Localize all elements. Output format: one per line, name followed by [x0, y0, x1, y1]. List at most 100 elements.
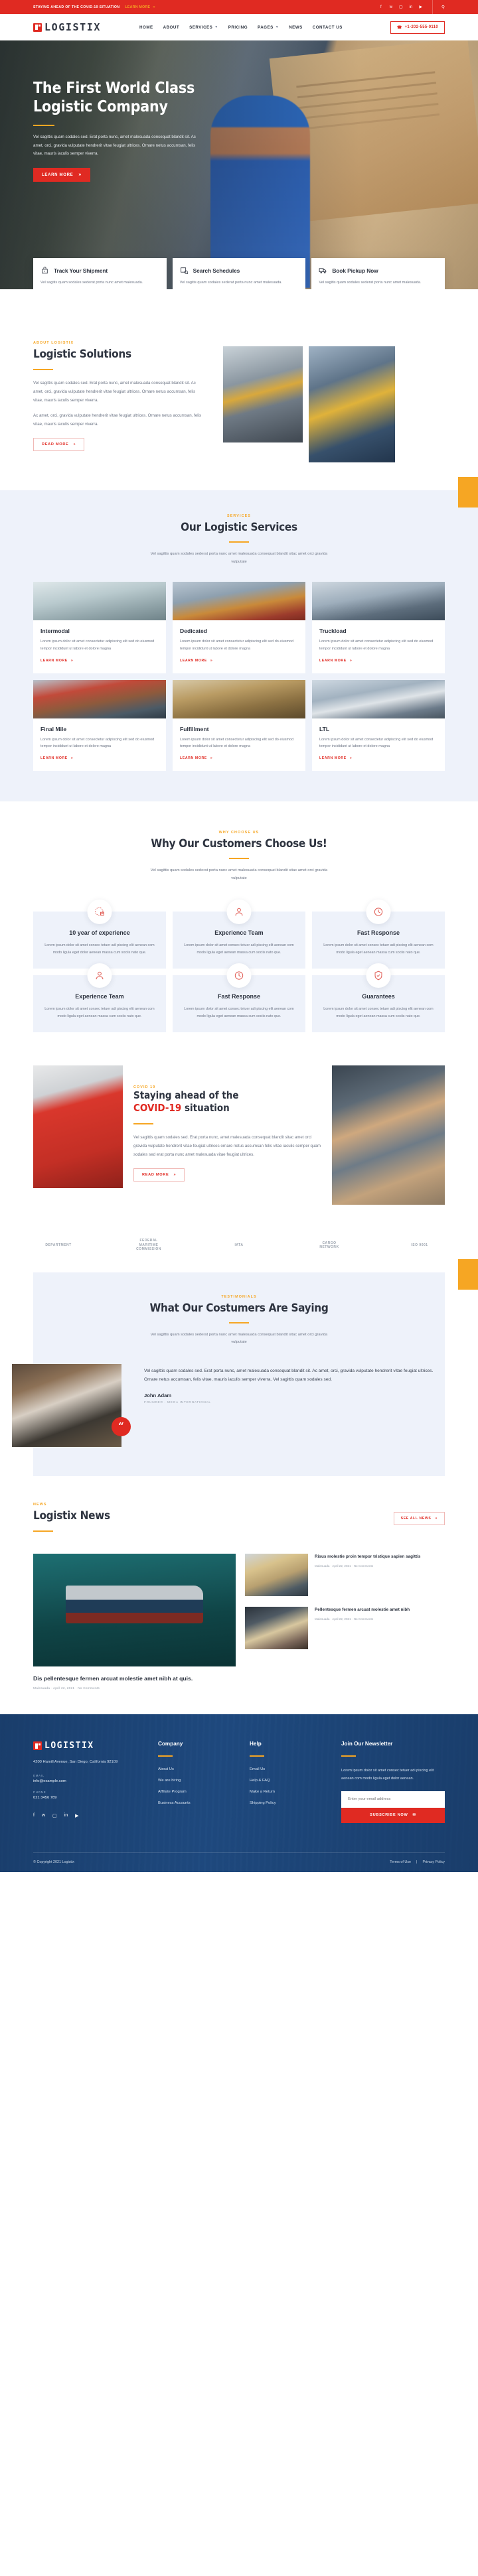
nav-item-services[interactable]: SERVICES ▼ [189, 25, 218, 30]
twitter-icon[interactable]: w [42, 1813, 45, 1818]
footer-link-help-faq[interactable]: Help & FAQ [250, 1779, 323, 1783]
phone-icon: ☎ [396, 25, 402, 30]
footer-link-make-a-return[interactable]: Make a Return [250, 1790, 323, 1794]
accent-tab [458, 477, 478, 508]
site-logo[interactable]: LOGISTIX [33, 21, 101, 33]
why-container: WHY CHOOSE US Why Our Customers Choose U… [33, 831, 445, 1032]
main-navbar: LOGISTIX HOME ABOUT SERVICES ▼ PRICING PA… [0, 14, 478, 40]
footer-link-shipping-policy[interactable]: Shipping Policy [250, 1801, 323, 1805]
service-card-dedicated[interactable]: Dedicated Lorem ipsum dolor sit amet con… [172, 582, 305, 673]
service-card-ltl[interactable]: LTL Lorem ipsum dolor sit amet consectet… [311, 679, 445, 772]
footer-column-heading: Company [158, 1741, 183, 1747]
nav-item-home[interactable]: HOME [139, 25, 153, 30]
why-title: Experience Team [75, 993, 124, 1000]
footer-link-affiliate-program[interactable]: Affiliate Program [158, 1790, 231, 1794]
covid-title-rest: situation [181, 1102, 230, 1115]
facebook-icon[interactable]: f [378, 5, 384, 10]
footer-link-business-accounts[interactable]: Business Accounts [158, 1801, 231, 1805]
news-item-meta: Malesuada · April 22, 2021 · No Comments [315, 1617, 374, 1621]
instagram-icon[interactable]: ▢ [398, 5, 404, 10]
news-thumbnail [245, 1606, 308, 1649]
logo-mark-icon [33, 23, 42, 32]
service-title: LTL [319, 725, 330, 732]
service-learn-more-link[interactable]: LEARN MORE» [40, 659, 73, 663]
linkedin-icon[interactable]: in [408, 5, 414, 10]
terms-of-use-link[interactable]: Terms of Use [390, 1860, 411, 1864]
news-list-item[interactable]: Pellentesque fermen arcuat molestie amet… [245, 1606, 445, 1649]
service-card-truckload[interactable]: Truckload Lorem ipsum dolor sit amet con… [311, 582, 445, 673]
linkedin-icon[interactable]: in [64, 1813, 68, 1818]
service-learn-more-link[interactable]: LEARN MORE» [319, 756, 352, 760]
covid-read-more-button[interactable]: READ MORE » [133, 1168, 185, 1182]
footer-phone-value[interactable]: 021 3456 789 [33, 1796, 139, 1800]
nav-item-contact-us[interactable]: CONTACT US [313, 25, 343, 30]
phone-button[interactable]: ☎ +1-202-555-0110 [390, 21, 445, 34]
service-learn-more-link[interactable]: LEARN MORE» [180, 659, 212, 663]
news-featured-article[interactable]: Dis pellentesque fermen arcuat molestie … [33, 1553, 236, 1690]
chevron-right-icon: » [435, 1516, 438, 1521]
service-text: Lorem ipsum dolor sit amet consectetur a… [40, 737, 155, 749]
footer-logo-text: LOGISTIX [44, 1741, 94, 1751]
nav-item-pages[interactable]: PAGES ▼ [258, 25, 279, 30]
twitter-icon[interactable]: w [388, 5, 394, 10]
services-grid: Intermodal Lorem ipsum dolor sit amet co… [33, 582, 445, 772]
page-root: STAYING AHEAD OF THE COVID-19 SITUATION … [0, 0, 478, 1872]
see-all-news-button[interactable]: SEE ALL NEWS » [393, 1511, 445, 1525]
link-label: LEARN MORE [40, 756, 68, 761]
footer-link-we-are-hiring[interactable]: We are hiring [158, 1779, 231, 1783]
footer-company-info: LOGISTIX 4200 Hamill Avenue, San Diego, … [33, 1741, 139, 1822]
services-section: SERVICES Our Logistic Services Vel sagit… [0, 477, 478, 802]
footer-address: 4200 Hamill Avenue, San Diego, Californi… [33, 1760, 118, 1765]
privacy-policy-link[interactable]: Privacy Policy [422, 1860, 445, 1864]
footer-email-value[interactable]: info@example.com [33, 1779, 139, 1783]
service-card-intermodal[interactable]: Intermodal Lorem ipsum dolor sit amet co… [33, 582, 166, 673]
link-label: LEARN MORE [319, 658, 347, 663]
service-card-fulfillment[interactable]: Fulfillment Lorem ipsum dolor sit amet c… [172, 679, 305, 772]
service-learn-more-link[interactable]: LEARN MORE» [40, 756, 73, 760]
news-item-meta: Malesuada · April 22, 2021 · No Comments [315, 1564, 374, 1568]
truck-pickup-icon [319, 266, 327, 275]
hero-banner: The First World Class Logistic Company V… [0, 40, 478, 289]
nav-item-about[interactable]: ABOUT [163, 25, 180, 30]
facebook-icon[interactable]: f [33, 1813, 35, 1818]
hero-learn-more-button[interactable]: LEARN MORE » [33, 168, 90, 182]
youtube-icon[interactable]: ▶ [75, 1813, 78, 1818]
site-footer: LOGISTIX 4200 Hamill Avenue, San Diego, … [0, 1714, 478, 1872]
newsletter-email-field[interactable] [341, 1791, 445, 1808]
service-title: Truckload [319, 628, 347, 635]
youtube-icon[interactable]: ▶ [418, 5, 424, 10]
instagram-icon[interactable]: ▢ [52, 1813, 57, 1818]
footer-link-about-us[interactable]: About Us [158, 1767, 231, 1771]
service-text: Lorem ipsum dolor sit amet consectetur a… [319, 640, 434, 651]
service-learn-more-link[interactable]: LEARN MORE» [319, 659, 352, 663]
search-icon[interactable]: ⚲ [441, 5, 445, 10]
service-image [172, 582, 305, 621]
testimonials-header: TESTIMONIALS What Our Costumers Are Sayi… [33, 1295, 445, 1347]
subscribe-now-button[interactable]: SUBSCRIBE NOW ✉ [341, 1807, 445, 1823]
about-read-more-button[interactable]: READ MORE » [33, 438, 85, 452]
nav-item-pricing[interactable]: PRICING [228, 25, 248, 30]
news-featured-title: Dis pellentesque fermen arcuat molestie … [33, 1674, 193, 1682]
footer-logo[interactable]: LOGISTIX [33, 1741, 139, 1751]
accent-rule [33, 1530, 53, 1532]
testimonial-author-role: FOUNDER - MEGA INTERNATIONAL [144, 1401, 211, 1405]
newsletter-email-input[interactable] [348, 1797, 438, 1802]
about-image-workers [223, 346, 303, 442]
service-learn-more-link[interactable]: LEARN MORE» [180, 756, 212, 760]
link-label: LEARN MORE [179, 658, 207, 663]
why-card-fast-response-1: Fast Response Lorem ipsum dolor sit amet… [311, 900, 445, 969]
service-image [311, 679, 445, 718]
footer-link-email-us[interactable]: Email Us [250, 1767, 323, 1771]
service-card-final-mile[interactable]: Final Mile Lorem ipsum dolor sit amet co… [33, 679, 166, 772]
chevron-right-icon: » [153, 5, 155, 9]
news-list-item[interactable]: Risus molestie proin tempor tristique sa… [245, 1553, 445, 1596]
support-agent-icon [87, 963, 112, 988]
announcement-learn-more-link[interactable]: LEARN MORE [125, 5, 150, 9]
accent-rule [229, 541, 249, 543]
about-container: ABOUT LOGISTIX Logistic Solutions Vel sa… [33, 341, 445, 462]
section-eyebrow: NEWS [33, 1502, 47, 1507]
footer-social-group: f w ▢ in ▶ [33, 1813, 139, 1818]
nav-item-news[interactable]: NEWS [289, 25, 303, 30]
footer-columns: LOGISTIX 4200 Hamill Avenue, San Diego, … [33, 1741, 445, 1852]
why-text: Lorem ipsum dolor sit amet consec tetuer… [184, 943, 294, 955]
